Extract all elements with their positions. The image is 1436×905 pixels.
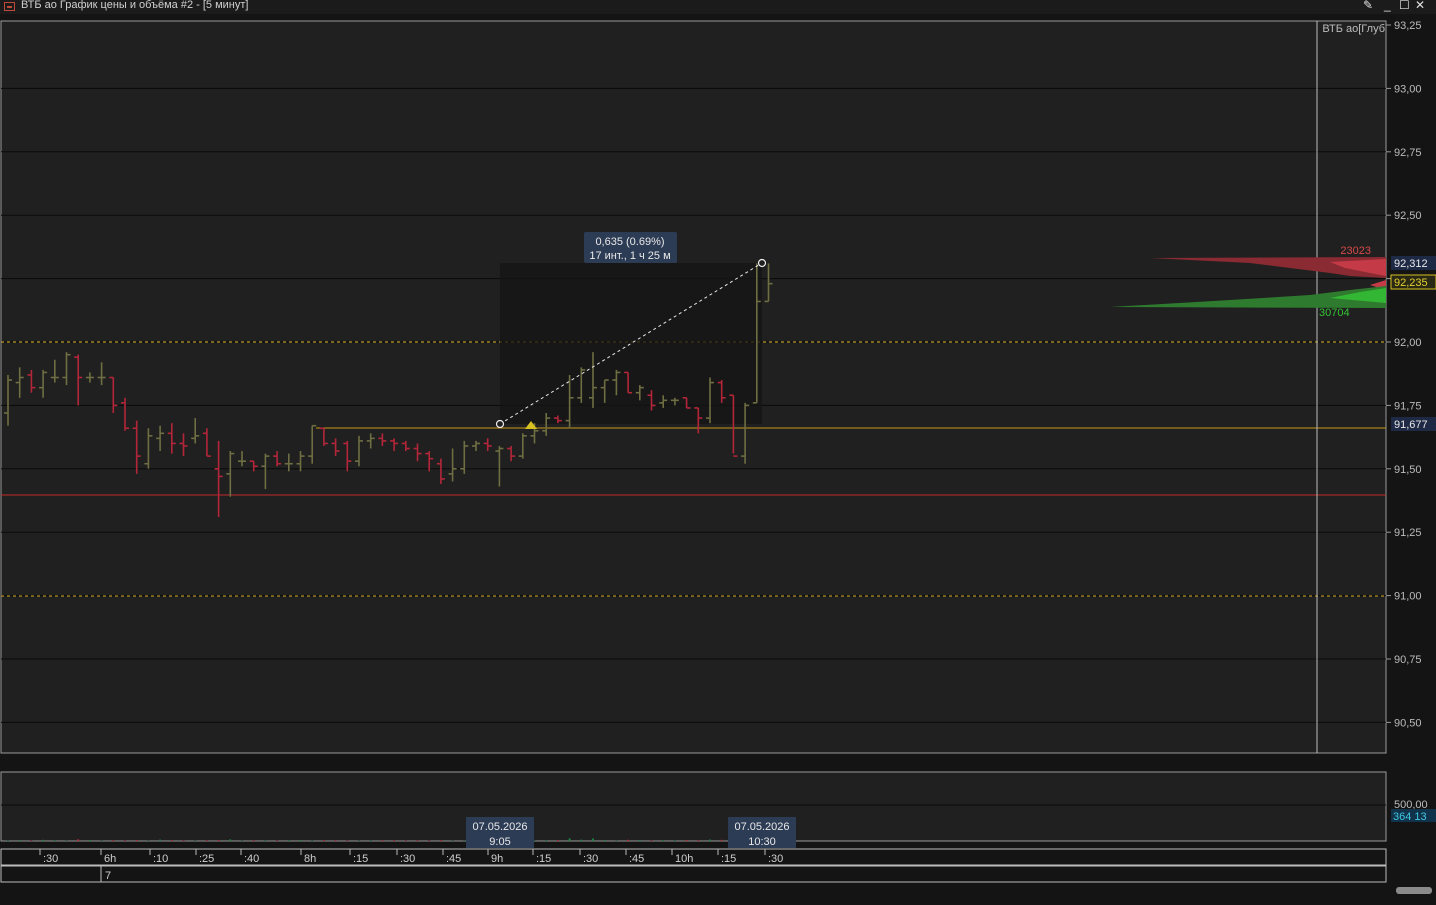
chart-canvas[interactable]: 93,2593,0092,7592,5092,2592,0091,7591,50… bbox=[0, 0, 1436, 905]
volume-panel[interactable] bbox=[0, 771, 1387, 842]
ruler-start-handle[interactable] bbox=[495, 419, 505, 429]
price-tick-label: 92,75 bbox=[1394, 147, 1422, 159]
depth-ask-volume: 23023 bbox=[1340, 245, 1371, 257]
price-tick-label: 93,25 bbox=[1394, 20, 1422, 32]
horizontal-scrollbar[interactable] bbox=[1396, 887, 1432, 894]
time-tick-label: :25 bbox=[199, 853, 214, 865]
time-tick-label: :30 bbox=[583, 853, 598, 865]
price-axis: 93,2593,0092,7592,5092,2592,0091,7591,50… bbox=[1386, 20, 1422, 729]
depth-label: ВТБ ао[Глуб bbox=[1322, 23, 1385, 35]
ruler-change-text: 0,635 (0.69%) bbox=[595, 236, 664, 248]
ruler-span-text: 17 инт., 1 ч 25 м bbox=[589, 250, 670, 262]
ruler-end-handle[interactable] bbox=[757, 258, 767, 268]
time-tick-label: 6h bbox=[104, 853, 116, 865]
price-tick-label: 91,75 bbox=[1394, 400, 1422, 412]
price-tick-label: 91,00 bbox=[1394, 591, 1422, 603]
depth-bid-volume: 30704 bbox=[1319, 307, 1350, 319]
crosshair-date-right: 07.05.2026 bbox=[734, 821, 789, 833]
time-tick-label: 10h bbox=[675, 853, 693, 865]
time-tick-label: :10 bbox=[153, 853, 168, 865]
time-tick-label: :30 bbox=[768, 853, 783, 865]
price-tick-label: 91,25 bbox=[1394, 527, 1422, 539]
crosshair-date-left: 07.05.2026 bbox=[472, 821, 527, 833]
price-tick-label: 91,50 bbox=[1394, 464, 1422, 476]
time-tick-label: :15 bbox=[353, 853, 368, 865]
time-tick-label: :30 bbox=[43, 853, 58, 865]
level-price-text: 91,677 bbox=[1394, 419, 1428, 431]
ask-price-text: 92,312 bbox=[1394, 258, 1428, 270]
crosshair-time-left: 9:05 bbox=[489, 836, 510, 848]
last-price-text: 92,235 bbox=[1394, 277, 1428, 289]
time-tick-label: :30 bbox=[400, 853, 415, 865]
price-tick-label: 93,00 bbox=[1394, 83, 1422, 95]
time-tick-label: :15 bbox=[721, 853, 736, 865]
volume-current-text: 364 13 bbox=[1393, 811, 1427, 823]
date-axis-label: 7 bbox=[105, 870, 111, 882]
price-tick-label: 90,75 bbox=[1394, 654, 1422, 666]
time-tick-label: 9h bbox=[491, 853, 503, 865]
time-tick-label: :40 bbox=[244, 853, 259, 865]
price-tick-label: 92,00 bbox=[1394, 337, 1422, 349]
price-tick-label: 90,50 bbox=[1394, 717, 1422, 729]
time-tick-label: 8h bbox=[304, 853, 316, 865]
time-tick-label: :15 bbox=[536, 853, 551, 865]
time-tick-label: :45 bbox=[629, 853, 644, 865]
date-axis[interactable] bbox=[0, 865, 1387, 883]
price-tick-label: 92,50 bbox=[1394, 210, 1422, 222]
time-tick-label: :45 bbox=[446, 853, 461, 865]
crosshair-time-right: 10:30 bbox=[748, 836, 776, 848]
